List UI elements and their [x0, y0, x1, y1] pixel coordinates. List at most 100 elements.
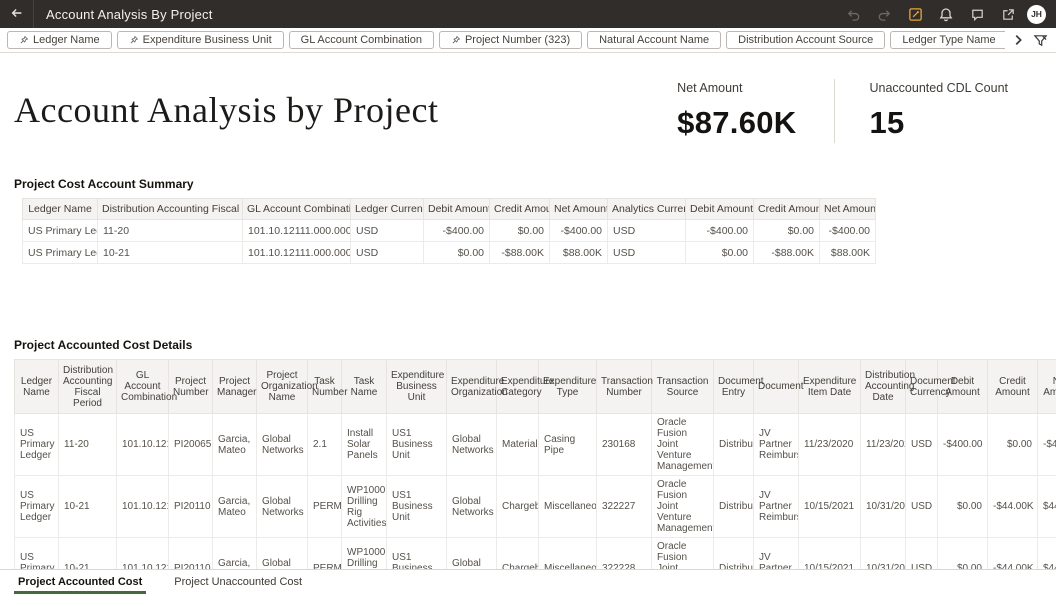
- tab-project-unaccounted-cost[interactable]: Project Unaccounted Cost: [170, 570, 306, 594]
- table-cell: US Primary Ledger: [22, 219, 98, 242]
- back-arrow-icon: [10, 6, 24, 23]
- open-in-new-icon[interactable]: [996, 2, 1020, 26]
- column-header[interactable]: Expenditure Item Date: [798, 359, 861, 414]
- table-cell: USD: [905, 413, 938, 476]
- table-cell: Distribut: [713, 475, 754, 538]
- table-cell: -$400.00: [937, 413, 988, 476]
- filter-chip[interactable]: Ledger Type Name: [890, 31, 1005, 49]
- table-cell: Global Networks: [256, 413, 308, 476]
- undo-icon[interactable]: [841, 2, 865, 26]
- redo-icon[interactable]: [872, 2, 896, 26]
- summary-table[interactable]: Ledger Name Distribution Accounting Fisca…: [22, 198, 876, 264]
- table-cell: -$40: [1037, 413, 1056, 476]
- table-cell: 101.10.1211: [116, 475, 169, 538]
- table-cell: -$44.00K: [987, 475, 1038, 538]
- details-table[interactable]: Ledger Name Distribution Accounting Fisca…: [14, 359, 1056, 594]
- edit-icon[interactable]: [903, 2, 927, 26]
- column-header[interactable]: Credit Amount: [753, 198, 820, 220]
- column-header[interactable]: Project Number: [168, 359, 213, 414]
- column-header[interactable]: Document: [753, 359, 804, 414]
- table-row[interactable]: US Primary Ledger11-20101.10.12111.000.0…: [22, 219, 876, 242]
- column-header[interactable]: Credit Amount: [987, 359, 1038, 414]
- table-cell: JV Partner Reimburse: [753, 475, 799, 538]
- column-header[interactable]: Distribution Accounting Fiscal Period: [58, 359, 117, 414]
- filter-chip[interactable]: Natural Account Name: [587, 31, 722, 49]
- table-cell: Global Networks: [446, 475, 497, 538]
- filter-chip[interactable]: Project Number (323): [438, 31, 583, 49]
- filterbar-tools: [1005, 33, 1052, 48]
- kpi-label: Unaccounted CDL Count: [869, 81, 1008, 95]
- table-cell: Miscellaneou: [538, 475, 597, 538]
- table-cell: 11/23/202: [860, 413, 906, 476]
- column-header[interactable]: Debit Amount: [685, 198, 754, 220]
- table-cell: PERM.C: [307, 475, 342, 538]
- column-header[interactable]: Document Currency: [905, 359, 956, 414]
- chevron-right-icon[interactable]: [1011, 33, 1025, 47]
- details-section-title: Project Accounted Cost Details: [14, 338, 193, 352]
- table-cell: Install Solar Panels: [341, 413, 387, 476]
- column-header[interactable]: Net Amount: [819, 198, 876, 220]
- kpi-net-amount[interactable]: Net Amount $87.60K: [677, 73, 796, 143]
- column-header[interactable]: Distribution Accounting Fiscal Period: [97, 198, 243, 220]
- column-header[interactable]: Net Amount: [549, 198, 608, 220]
- column-header[interactable]: Transaction Number: [596, 359, 653, 414]
- column-header[interactable]: GL Account Combination: [116, 359, 177, 414]
- details-table-container: Ledger Name Distribution Accounting Fisca…: [14, 359, 1056, 594]
- filter-funnel-icon[interactable]: [1033, 33, 1048, 48]
- column-header[interactable]: Debit Amount: [937, 359, 988, 414]
- column-header[interactable]: Ledger Currency: [350, 198, 424, 220]
- table-row[interactable]: US Primary Ledger10-21101.10.12111.000.0…: [22, 241, 876, 264]
- filter-chip[interactable]: Distribution Account Source: [726, 31, 886, 49]
- table-cell: JV Partner Reimburse: [753, 413, 799, 476]
- avatar[interactable]: JH: [1027, 4, 1046, 24]
- table-cell: 230168: [596, 413, 652, 476]
- table-cell: Material: [496, 413, 539, 476]
- column-header[interactable]: Ledger Name: [22, 198, 98, 220]
- column-header[interactable]: GL Account Combination: [242, 198, 351, 220]
- column-header[interactable]: Expenditure Organization: [446, 359, 508, 414]
- filter-bar: Ledger Name Expenditure Business Unit GL A…: [0, 28, 1056, 53]
- column-header[interactable]: Transaction Source: [651, 359, 714, 414]
- column-header[interactable]: Task Number: [307, 359, 348, 414]
- table-row[interactable]: US Primary Ledger11-20101.10.1211PI20065…: [14, 413, 1056, 476]
- column-header[interactable]: Net Amount: [1037, 359, 1056, 414]
- column-header[interactable]: Document Entry: [713, 359, 764, 414]
- filter-chip[interactable]: Expenditure Business Unit: [116, 31, 284, 49]
- column-header[interactable]: Expenditure Business Unit: [386, 359, 447, 414]
- column-header[interactable]: Analytics Currency: [607, 198, 686, 220]
- kpi-value: 15: [869, 105, 905, 140]
- column-header[interactable]: Debit Amount: [423, 198, 490, 220]
- schedule-bell-icon[interactable]: [934, 2, 958, 26]
- table-cell: 10-21: [58, 475, 117, 538]
- table-cell: Garcia, Mateo: [212, 413, 257, 476]
- comment-icon[interactable]: [965, 2, 989, 26]
- table-cell: Global Networks: [256, 475, 308, 538]
- topbar-actions: JH: [841, 2, 1056, 26]
- column-header[interactable]: Credit Amount: [489, 198, 550, 220]
- kpi-unaccounted-cdl-count[interactable]: Unaccounted CDL Count 15: [869, 73, 1008, 143]
- table-cell: $0.00: [685, 241, 754, 264]
- summary-table-container: Ledger Name Distribution Accounting Fisca…: [22, 198, 876, 264]
- table-cell: USD: [607, 219, 686, 242]
- back-button[interactable]: [0, 0, 34, 28]
- table-row[interactable]: US Primary Ledger10-21101.10.1211PI20110…: [14, 475, 1056, 538]
- table-cell: Garcia, Mateo: [212, 475, 257, 538]
- filter-chip[interactable]: Ledger Name: [7, 31, 112, 49]
- tab-project-accounted-cost[interactable]: Project Accounted Cost: [14, 570, 147, 594]
- column-header[interactable]: Project Manager: [212, 359, 257, 414]
- table-cell: USD: [905, 475, 938, 538]
- table-cell: -$88.00K: [753, 241, 820, 264]
- filter-chip[interactable]: GL Account Combination: [288, 31, 434, 49]
- column-header[interactable]: Ledger Name: [14, 359, 59, 414]
- column-header[interactable]: Expenditure Type: [538, 359, 597, 414]
- column-header[interactable]: Task Name: [341, 359, 387, 414]
- column-header[interactable]: Expenditure Category: [496, 359, 554, 414]
- table-cell: Casing Pipe: [538, 413, 597, 476]
- kpi-value: $87.60K: [677, 105, 797, 140]
- filter-chip-label: Ledger Type Name: [902, 34, 996, 46]
- table-cell: 322227: [596, 475, 652, 538]
- page-title: Account Analysis by Project: [14, 90, 439, 130]
- table-cell: -$400.00: [423, 219, 490, 242]
- column-header[interactable]: Project Organization Name: [256, 359, 318, 414]
- column-header[interactable]: Distribution Accounting Date: [860, 359, 915, 414]
